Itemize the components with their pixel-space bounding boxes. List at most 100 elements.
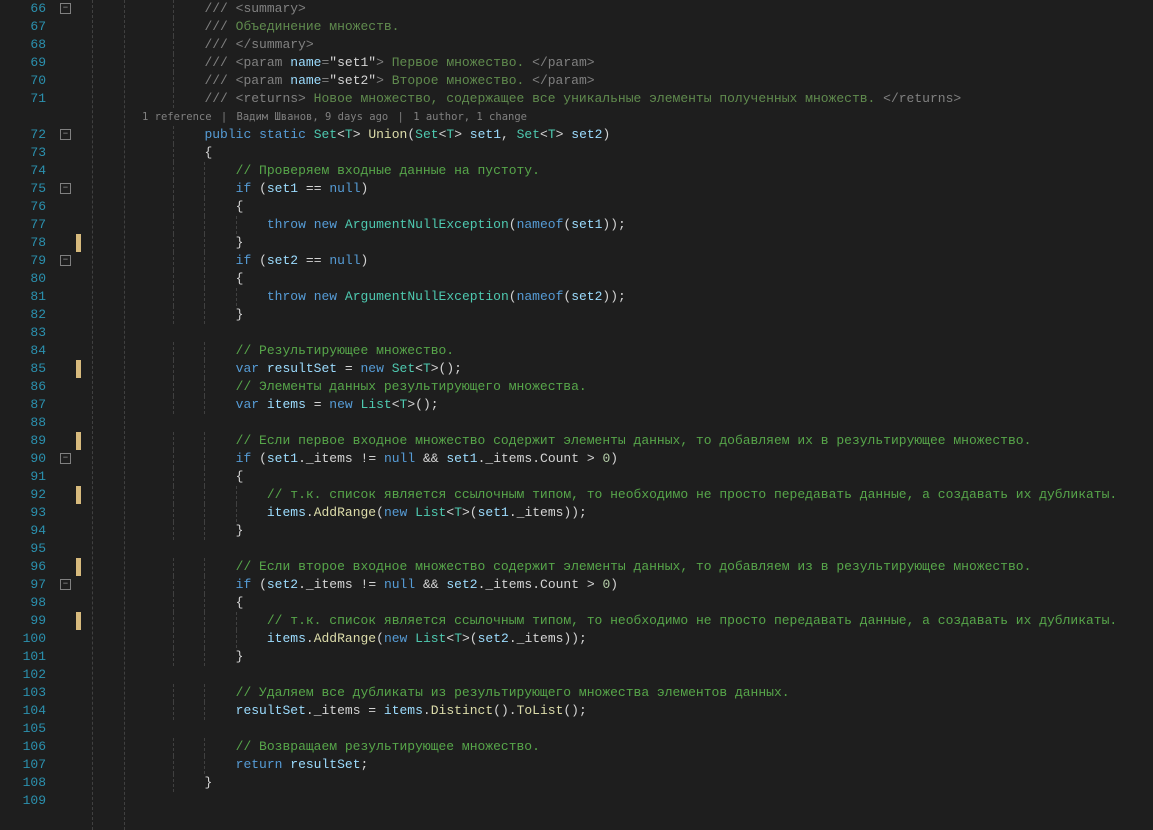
- line-number: 98: [0, 594, 46, 612]
- line-number: 79: [0, 252, 46, 270]
- code-line[interactable]: // Элементы данных результирующего множе…: [142, 378, 1153, 396]
- fold-toggle[interactable]: −: [60, 255, 71, 266]
- code-line[interactable]: /// <summary>: [142, 0, 1153, 18]
- code-line[interactable]: var items = new List<T>();: [142, 396, 1153, 414]
- line-number: 73: [0, 144, 46, 162]
- line-number: 89: [0, 432, 46, 450]
- line-number: 87: [0, 396, 46, 414]
- codelens-references[interactable]: 1 reference: [142, 111, 212, 123]
- codelens[interactable]: 1 reference | Вадим Шванов, 9 days ago |…: [142, 108, 1153, 126]
- modified-line-marker: [76, 432, 81, 450]
- fold-toggle[interactable]: −: [60, 129, 71, 140]
- line-number: 86: [0, 378, 46, 396]
- code-line[interactable]: {: [142, 144, 1153, 162]
- code-line[interactable]: }: [142, 234, 1153, 252]
- code-line[interactable]: return resultSet;: [142, 756, 1153, 774]
- line-number: 78: [0, 234, 46, 252]
- code-line[interactable]: items.AddRange(new List<T>(set1._items))…: [142, 504, 1153, 522]
- codelens-changes[interactable]: 1 author, 1 change: [413, 111, 527, 123]
- line-number: 72: [0, 126, 46, 144]
- line-number: 97: [0, 576, 46, 594]
- line-number: 90: [0, 450, 46, 468]
- modified-line-marker: [76, 234, 81, 252]
- codelens-author[interactable]: Вадим Шванов, 9 days ago: [237, 111, 389, 123]
- code-line[interactable]: }: [142, 522, 1153, 540]
- code-line[interactable]: }: [142, 306, 1153, 324]
- code-line[interactable]: /// Объединение множеств.: [142, 18, 1153, 36]
- line-number: 70: [0, 72, 46, 90]
- line-number: 69: [0, 54, 46, 72]
- code-editor[interactable]: 6667686970717273747576777879808182838485…: [0, 0, 1153, 830]
- line-number: 66: [0, 0, 46, 18]
- line-number: 74: [0, 162, 46, 180]
- code-line[interactable]: throw new ArgumentNullException(nameof(s…: [142, 216, 1153, 234]
- line-number: 94: [0, 522, 46, 540]
- code-line[interactable]: resultSet._items = items.Distinct().ToLi…: [142, 702, 1153, 720]
- modified-line-marker: [76, 612, 81, 630]
- code-line[interactable]: if (set2._items != null && set2._items.C…: [142, 576, 1153, 594]
- code-line[interactable]: {: [142, 270, 1153, 288]
- code-line[interactable]: {: [142, 198, 1153, 216]
- fold-toggle[interactable]: −: [60, 3, 71, 14]
- line-number: 109: [0, 792, 46, 810]
- line-number: 108: [0, 774, 46, 792]
- code-line[interactable]: public static Set<T> Union(Set<T> set1, …: [142, 126, 1153, 144]
- line-number: 81: [0, 288, 46, 306]
- code-line[interactable]: /// <param name="set1"> Первое множество…: [142, 54, 1153, 72]
- code-line[interactable]: /// </summary>: [142, 36, 1153, 54]
- code-line[interactable]: var resultSet = new Set<T>();: [142, 360, 1153, 378]
- code-line[interactable]: [142, 720, 1153, 738]
- code-line[interactable]: // Результирующее множество.: [142, 342, 1153, 360]
- line-number: 95: [0, 540, 46, 558]
- code-line[interactable]: /// <returns> Новое множество, содержаще…: [142, 90, 1153, 108]
- line-number: 91: [0, 468, 46, 486]
- line-number: 77: [0, 216, 46, 234]
- line-number: 85: [0, 360, 46, 378]
- outline-guide-column: [82, 0, 142, 830]
- code-line[interactable]: throw new ArgumentNullException(nameof(s…: [142, 288, 1153, 306]
- line-number: 100: [0, 630, 46, 648]
- modified-line-marker: [76, 558, 81, 576]
- line-number: 93: [0, 504, 46, 522]
- line-number: 104: [0, 702, 46, 720]
- line-number: 84: [0, 342, 46, 360]
- code-line[interactable]: [142, 666, 1153, 684]
- line-number: 99: [0, 612, 46, 630]
- gutter: 6667686970717273747576777879808182838485…: [0, 0, 142, 830]
- line-number: 68: [0, 36, 46, 54]
- fold-toggle[interactable]: −: [60, 183, 71, 194]
- code-line[interactable]: }: [142, 774, 1153, 792]
- fold-toggle[interactable]: −: [60, 579, 71, 590]
- code-line[interactable]: [142, 414, 1153, 432]
- code-line[interactable]: if (set2 == null): [142, 252, 1153, 270]
- line-number-column: 6667686970717273747576777879808182838485…: [0, 0, 58, 830]
- code-line[interactable]: // Если второе входное множество содержи…: [142, 558, 1153, 576]
- code-line[interactable]: [142, 540, 1153, 558]
- fold-column[interactable]: − − − − − −: [58, 0, 76, 830]
- line-number: 106: [0, 738, 46, 756]
- code-line[interactable]: [142, 324, 1153, 342]
- code-line[interactable]: if (set1 == null): [142, 180, 1153, 198]
- line-number: 83: [0, 324, 46, 342]
- line-number: 102: [0, 666, 46, 684]
- code-line[interactable]: // т.к. список является ссылочным типом,…: [142, 486, 1153, 504]
- line-number: 107: [0, 756, 46, 774]
- code-line[interactable]: items.AddRange(new List<T>(set2._items))…: [142, 630, 1153, 648]
- line-number: 75: [0, 180, 46, 198]
- fold-toggle[interactable]: −: [60, 453, 71, 464]
- modified-line-marker: [76, 360, 81, 378]
- line-number: 67: [0, 18, 46, 36]
- code-line[interactable]: {: [142, 594, 1153, 612]
- code-line[interactable]: // Удаляем все дубликаты из результирующ…: [142, 684, 1153, 702]
- code-line[interactable]: // т.к. список является ссылочным типом,…: [142, 612, 1153, 630]
- code-line[interactable]: {: [142, 468, 1153, 486]
- code-line[interactable]: [142, 792, 1153, 810]
- code-line[interactable]: if (set1._items != null && set1._items.C…: [142, 450, 1153, 468]
- code-content[interactable]: /// <summary> /// Объединение множеств. …: [142, 0, 1153, 830]
- code-line[interactable]: // Возвращаем результирующее множество.: [142, 738, 1153, 756]
- code-line[interactable]: }: [142, 648, 1153, 666]
- line-number: 88: [0, 414, 46, 432]
- code-line[interactable]: /// <param name="set2"> Второе множество…: [142, 72, 1153, 90]
- code-line[interactable]: // Проверяем входные данные на пустоту.: [142, 162, 1153, 180]
- code-line[interactable]: // Если первое входное множество содержи…: [142, 432, 1153, 450]
